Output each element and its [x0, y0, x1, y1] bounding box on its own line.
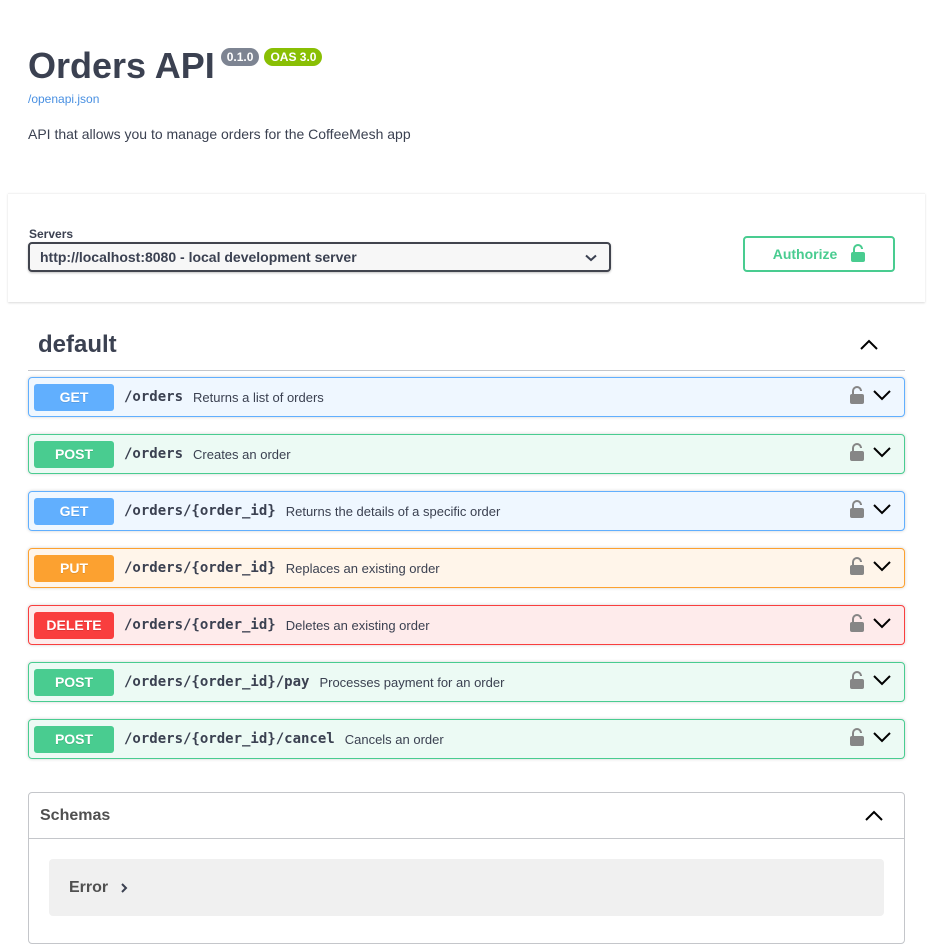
chevron-down-icon[interactable]	[873, 502, 891, 520]
unlocked-padlock-icon[interactable]	[850, 728, 864, 751]
model-name: Error	[69, 878, 109, 896]
chevron-down-icon[interactable]	[873, 559, 891, 577]
tag-name: default	[38, 331, 117, 358]
operation-path: /orders/{order_id}/cancel	[124, 731, 335, 747]
method-badge: POST	[34, 440, 114, 468]
operation-path: /orders	[124, 389, 184, 405]
chevron-up-icon[interactable]	[859, 339, 879, 351]
method-badge: POST	[34, 725, 114, 753]
unlocked-padlock-icon[interactable]	[850, 443, 864, 466]
operation-summary: Returns the details of a specific order	[285, 503, 501, 519]
operation-summary: Processes payment for an order	[319, 674, 505, 690]
operation-path: /orders	[124, 446, 184, 462]
chevron-down-icon[interactable]	[873, 388, 891, 406]
unlocked-padlock-icon	[851, 243, 866, 265]
model-error[interactable]: Error	[49, 859, 884, 916]
servers-section: Servers http://localhost:8080 - local de…	[8, 193, 925, 302]
operation-summary: Deletes an existing order	[285, 617, 430, 633]
unlocked-padlock-icon[interactable]	[850, 614, 864, 637]
unlocked-padlock-icon[interactable]	[850, 500, 864, 523]
operation-summary: Returns a list of orders	[193, 389, 324, 405]
chevron-down-icon[interactable]	[873, 616, 891, 634]
operation-path: /orders/{order_id}	[124, 503, 276, 519]
operation-post-order-cancel[interactable]: POST /orders/{order_id}/cancel Cancels a…	[28, 719, 905, 759]
servers-label: Servers	[29, 227, 74, 241]
operation-summary: Replaces an existing order	[285, 560, 440, 576]
operations-list: GET /orders Returns a list of orders POS…	[28, 377, 905, 776]
method-badge: GET	[34, 497, 114, 525]
operation-summary: Creates an order	[193, 446, 291, 462]
server-select[interactable]: http://localhost:8080 - local developmen…	[28, 242, 611, 272]
api-info: Orders API 0.1.0 OAS 3.0 /openapi.json A…	[28, 44, 901, 142]
operation-post-order-pay[interactable]: POST /orders/{order_id}/pay Processes pa…	[28, 662, 905, 702]
operation-path: /orders/{order_id}	[124, 560, 276, 576]
version-badge: 0.1.0	[220, 48, 260, 66]
chevron-down-icon[interactable]	[873, 445, 891, 463]
api-description: API that allows you to manage orders for…	[28, 126, 411, 142]
chevron-down-icon[interactable]	[873, 673, 891, 691]
chevron-down-icon[interactable]	[873, 730, 891, 748]
operation-get-orders[interactable]: GET /orders Returns a list of orders	[28, 377, 905, 417]
openapi-spec-link[interactable]: /openapi.json	[28, 92, 901, 106]
method-badge: GET	[34, 383, 114, 411]
chevron-down-icon	[585, 249, 597, 265]
unlocked-padlock-icon[interactable]	[850, 671, 864, 694]
operation-summary: Cancels an order	[344, 731, 444, 747]
method-badge: POST	[34, 668, 114, 696]
authorize-button[interactable]: Authorize	[743, 236, 895, 272]
oas-badge: OAS 3.0	[264, 48, 323, 66]
operation-get-order-by-id[interactable]: GET /orders/{order_id} Returns the detai…	[28, 491, 905, 531]
operation-post-orders[interactable]: POST /orders Creates an order	[28, 434, 905, 474]
authorize-label: Authorize	[772, 246, 838, 262]
unlocked-padlock-icon[interactable]	[850, 386, 864, 409]
operation-put-order[interactable]: PUT /orders/{order_id} Replaces an exist…	[28, 548, 905, 588]
method-badge: PUT	[34, 554, 114, 582]
schemas-section: Schemas Error	[28, 792, 905, 944]
schemas-title: Schemas	[40, 806, 111, 824]
server-select-value: http://localhost:8080 - local developmen…	[40, 249, 357, 265]
operation-path: /orders/{order_id}/pay	[124, 674, 310, 690]
operation-delete-order[interactable]: DELETE /orders/{order_id} Deletes an exi…	[28, 605, 905, 645]
method-badge: DELETE	[34, 611, 114, 639]
title-row: Orders API 0.1.0 OAS 3.0	[28, 44, 901, 88]
schemas-header[interactable]: Schemas	[29, 793, 904, 839]
tag-default-header[interactable]: default	[28, 320, 905, 371]
page-title: Orders API	[28, 45, 215, 86]
chevron-right-icon[interactable]	[120, 882, 128, 894]
unlocked-padlock-icon[interactable]	[850, 557, 864, 580]
chevron-up-icon[interactable]	[864, 810, 884, 822]
operation-path: /orders/{order_id}	[124, 617, 276, 633]
